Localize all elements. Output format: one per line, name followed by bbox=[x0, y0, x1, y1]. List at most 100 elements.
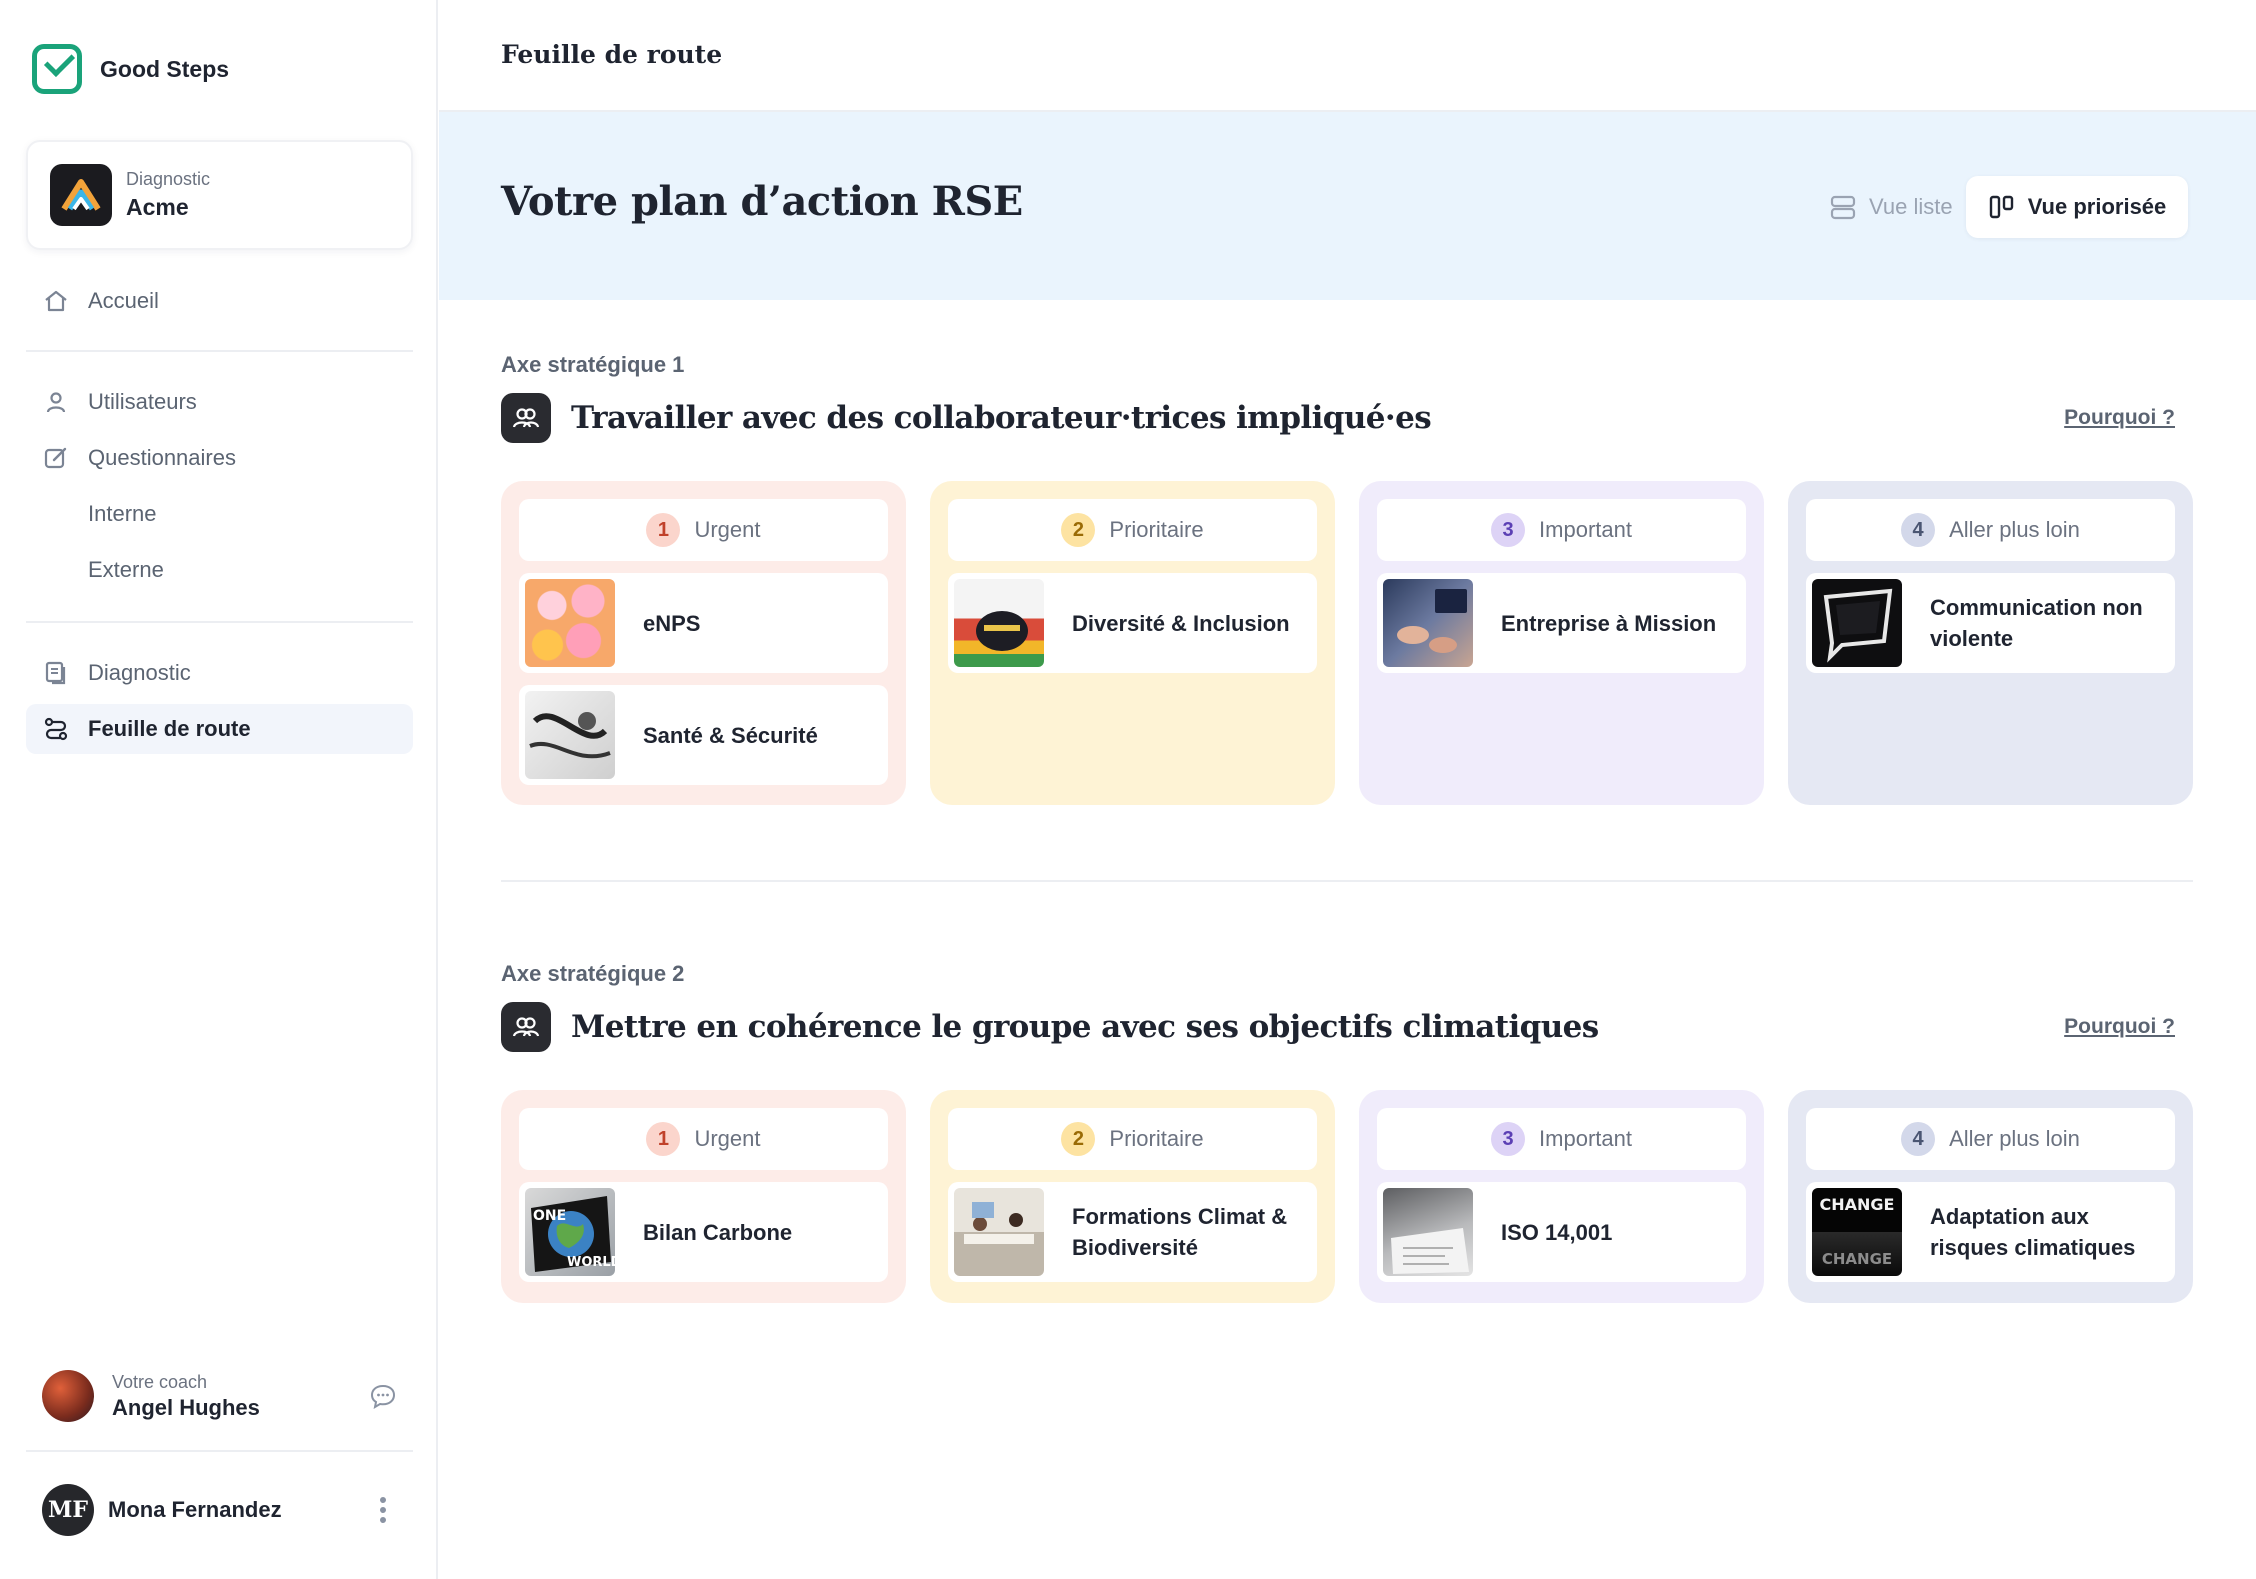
column-go-further: 4 Aller plus loin CHANGE CHANGE Adaptatio… bbox=[1788, 1090, 2193, 1303]
action-label: Entreprise à Mission bbox=[1501, 610, 1717, 636]
axis-kicker: Axe stratégique 1 bbox=[501, 352, 685, 377]
action-label: Bilan Carbone bbox=[643, 1219, 793, 1245]
nav-label-home: Accueil bbox=[88, 288, 159, 313]
org-name: Acme bbox=[126, 194, 189, 220]
action-card-climate-training[interactable]: Formations Climat & Biodiversité bbox=[948, 1182, 1317, 1282]
priority-badge: 3 bbox=[1491, 1122, 1526, 1156]
change-text-top: CHANGE bbox=[1820, 1195, 1895, 1214]
action-label: ISO 14,001 bbox=[1501, 1219, 1613, 1245]
action-card-mission[interactable]: Entreprise à Mission bbox=[1377, 573, 1746, 673]
nav-item-internal[interactable]: Interne bbox=[26, 489, 413, 539]
user-name: Mona Fernandez bbox=[108, 1497, 282, 1522]
coach-panel[interactable]: Votre coach Angel Hughes bbox=[42, 1368, 398, 1424]
edit-icon bbox=[42, 444, 70, 472]
user-menu[interactable]: MF Mona Fernandez bbox=[42, 1484, 398, 1536]
list-view-icon bbox=[1829, 193, 1857, 221]
nav-item-users[interactable]: Utilisateurs bbox=[26, 377, 413, 427]
why-link[interactable]: Pourquoi ? bbox=[2064, 406, 2175, 430]
axis-kicker: Axe stratégique 2 bbox=[501, 961, 685, 986]
action-label: Formations Climat & Biodiversité bbox=[1072, 1204, 1288, 1260]
view-list-button[interactable]: Vue liste bbox=[1811, 176, 1971, 238]
view-list-label: Vue liste bbox=[1869, 194, 1953, 219]
priority-badge: 1 bbox=[646, 513, 681, 547]
section-divider bbox=[501, 880, 2193, 882]
sidebar-divider bbox=[26, 1450, 413, 1452]
nav-label-users: Utilisateurs bbox=[88, 389, 197, 414]
home-icon bbox=[42, 287, 70, 315]
document-icon bbox=[42, 659, 70, 687]
sidebar: Good Steps Diagnostic Acme Accueil Utili… bbox=[0, 0, 438, 1579]
priority-badge: 2 bbox=[1061, 1122, 1096, 1156]
column-label: Important bbox=[1539, 1126, 1632, 1151]
action-card-diversity[interactable]: Diversité & Inclusion bbox=[948, 573, 1317, 673]
nav-item-home[interactable]: Accueil bbox=[26, 276, 413, 326]
nav-item-roadmap[interactable]: Feuille de route bbox=[26, 704, 413, 754]
stethoscope-image bbox=[525, 691, 615, 779]
priority-badge: 4 bbox=[1901, 513, 1936, 547]
org-kicker: Diagnostic bbox=[126, 169, 211, 189]
nav-label-external: Externe bbox=[88, 557, 164, 582]
column-label: Aller plus loin bbox=[1949, 517, 2080, 542]
coach-name: Angel Hughes bbox=[112, 1394, 260, 1420]
action-card-nonviolent-communication[interactable]: Communication non violente bbox=[1806, 573, 2175, 673]
why-link[interactable]: Pourquoi ? bbox=[2064, 1015, 2175, 1039]
priority-badge: 3 bbox=[1491, 513, 1526, 547]
sign-text-top: ONE bbox=[533, 1208, 566, 1224]
action-card-carbon[interactable]: ONE WORLD Bilan Carbone bbox=[519, 1182, 888, 1282]
priority-badge: 1 bbox=[646, 1122, 681, 1156]
action-card-enps[interactable]: eNPS bbox=[519, 573, 888, 673]
nav-label-diagnostic: Diagnostic bbox=[88, 660, 191, 685]
column-priority: 2 Prioritaire Diversité & Inclusion bbox=[930, 481, 1335, 805]
view-prioritized-label: Vue priorisée bbox=[2027, 194, 2167, 219]
page-title: Feuille de route bbox=[501, 40, 723, 69]
axis-header: Travailler avec des collaborateur·trices… bbox=[501, 393, 2193, 443]
coach-kicker: Votre coach bbox=[112, 1371, 208, 1392]
more-options-icon[interactable] bbox=[368, 1495, 398, 1525]
column-important: 3 Important Entreprise à Mission bbox=[1359, 481, 1764, 805]
axis-title: Mettre en cohérence le groupe avec ses o… bbox=[571, 1009, 1599, 1045]
action-label: eNPS bbox=[643, 610, 701, 636]
app-name: Good Steps bbox=[100, 55, 230, 82]
nav-item-questionnaires[interactable]: Questionnaires bbox=[26, 433, 413, 483]
sidebar-divider bbox=[26, 621, 413, 623]
priority-badge: 4 bbox=[1901, 1122, 1936, 1156]
column-header-important: 3 Important bbox=[1377, 499, 1746, 561]
column-label: Aller plus loin bbox=[1949, 1126, 2080, 1151]
axis-title: Travailler avec des collaborateur·trices… bbox=[571, 400, 1432, 436]
priority-badge: 2 bbox=[1061, 513, 1096, 547]
rainbow-cap-image bbox=[954, 579, 1044, 667]
route-icon bbox=[42, 715, 70, 743]
view-prioritized-button[interactable]: Vue priorisée bbox=[1966, 176, 2188, 238]
app-logo[interactable]: Good Steps bbox=[32, 44, 229, 94]
column-label: Important bbox=[1539, 517, 1632, 542]
action-label: Diversité & Inclusion bbox=[1072, 610, 1290, 636]
column-urgent: 1 Urgent eNPS Santé & Sécurité bbox=[501, 481, 906, 805]
column-label: Prioritaire bbox=[1109, 1126, 1204, 1151]
change-reflection-image: CHANGE CHANGE bbox=[1812, 1188, 1902, 1276]
org-switcher[interactable]: Diagnostic Acme bbox=[26, 140, 413, 250]
column-label: Urgent bbox=[694, 1126, 761, 1151]
plan-title: Votre plan d’action RSE bbox=[501, 178, 1023, 225]
nav-label-roadmap: Feuille de route bbox=[88, 716, 251, 741]
column-priority: 2 Prioritaire Formations Climat & Biodiv… bbox=[930, 1090, 1335, 1303]
document-signing-image bbox=[1383, 1188, 1473, 1276]
action-card-iso[interactable]: ISO 14,001 bbox=[1377, 1182, 1746, 1282]
column-label: Prioritaire bbox=[1109, 517, 1204, 542]
action-card-health-safety[interactable]: Santé & Sécurité bbox=[519, 685, 888, 785]
action-card-climate-adaptation[interactable]: CHANGE CHANGE Adaptation aux risques clim… bbox=[1806, 1182, 2175, 1282]
nav-item-external[interactable]: Externe bbox=[26, 545, 413, 595]
change-text-bottom: CHANGE bbox=[1822, 1250, 1892, 1268]
user-icon bbox=[42, 388, 70, 416]
column-header-urgent: 1 Urgent bbox=[519, 499, 888, 561]
coach-avatar bbox=[42, 1370, 94, 1422]
one-world-sign-image: ONE WORLD bbox=[525, 1188, 615, 1276]
chat-icon[interactable] bbox=[368, 1381, 398, 1411]
team-icon bbox=[501, 393, 551, 443]
column-urgent: 1 Urgent ONE WORLD Bilan Carbone bbox=[501, 1090, 906, 1303]
nav-item-diagnostic[interactable]: Diagnostic bbox=[26, 648, 413, 698]
column-header-urgent: 1 Urgent bbox=[519, 1108, 888, 1170]
nav-label-internal: Interne bbox=[88, 501, 157, 526]
speech-bubble-neon-image bbox=[1812, 579, 1902, 667]
column-go-further: 4 Aller plus loin Communication non viol… bbox=[1788, 481, 2193, 805]
team-icon bbox=[501, 1002, 551, 1052]
